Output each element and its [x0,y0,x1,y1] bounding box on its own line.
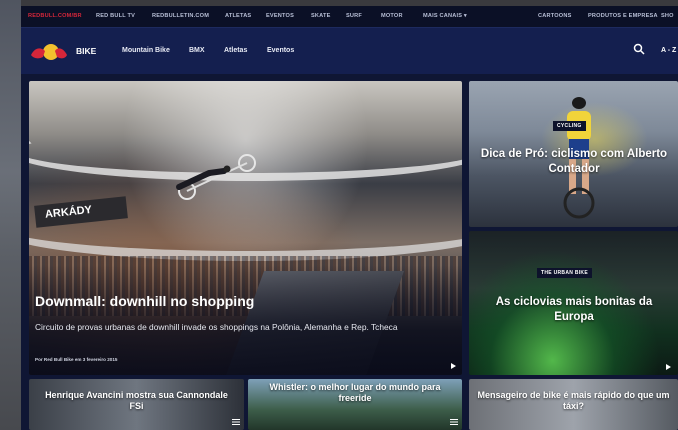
nav-link-bmx[interactable]: BMX [189,47,205,54]
topbar-link-redbull[interactable]: REDBULL.COM/BR [28,13,82,19]
article-card-whistler[interactable]: Whistler: o melhor lugar do mundo para f… [248,379,462,430]
browser-screen: REDBULL.COM/BR RED BULL TV REDBULLETIN.C… [21,6,678,430]
topbar-link-shop[interactable]: SHO [661,13,674,19]
article-card-contador[interactable]: CYCLING Dica de Pró: ciclismo com Albert… [469,81,678,227]
play-icon[interactable] [663,362,673,372]
section-brand[interactable]: BIKE [76,46,96,56]
category-badge[interactable]: THE URBAN BIKE [537,268,592,278]
topbar-link-redbulletin[interactable]: REDBULLETIN.COM [152,13,209,19]
category-badge[interactable]: CYCLING [553,121,586,131]
article-card-ciclovias[interactable]: THE URBAN BIKE As ciclovias mais bonitas… [469,231,678,375]
search-icon[interactable] [633,43,645,55]
nav-link-mountain-bike[interactable]: Mountain Bike [122,47,170,54]
topbar-link-redbulltv[interactable]: RED BULL TV [96,13,135,19]
topbar-link-produtos[interactable]: PRODUTOS E EMPRESA [588,13,658,19]
article-card-avancini[interactable]: Henrique Avancini mostra sua Cannondale … [29,379,244,430]
nav-link-atletas[interactable]: Atletas [224,47,247,54]
global-topbar: REDBULL.COM/BR RED BULL TV REDBULLETIN.C… [21,6,678,27]
topbar-link-mais-canais[interactable]: MAIS CANAIS ▾ [423,13,467,19]
nav-link-eventos[interactable]: Eventos [267,47,294,54]
hero-title[interactable]: Downmall: downhill no shopping [35,293,254,309]
article-title[interactable]: Mensageiro de bike é mais rápido do que … [477,390,670,412]
article-title[interactable]: Whistler: o melhor lugar do mundo para f… [258,382,452,404]
topbar-link-skate[interactable]: SKATE [311,13,331,19]
topbar-link-eventos[interactable]: EVENTOS [266,13,294,19]
menu-icon[interactable] [232,419,240,425]
play-icon[interactable] [448,361,458,371]
article-title[interactable]: As ciclovias mais bonitas da Europa [479,295,669,325]
topbar-link-atletas[interactable]: ATLETAS [225,13,251,19]
main-nav: BIKE Mountain Bike BMX Atletas Eventos A… [21,27,678,74]
a-z-index-link[interactable]: A - Z [661,47,676,54]
article-card-mensageiro[interactable]: Mensageiro de bike é mais rápido do que … [469,379,678,430]
hero-meta: Por Red Bull Bike em 3 fevereiro 2015 [35,357,118,362]
topbar-link-cartoons[interactable]: CARTOONS [538,13,572,19]
article-title[interactable]: Dica de Pró: ciclismo com Alberto Contad… [479,147,669,177]
topbar-link-motor[interactable]: MOTOR [381,13,403,19]
article-title[interactable]: Henrique Avancini mostra sua Cannondale … [39,390,234,412]
bmx-rider-image [176,154,256,200]
menu-icon[interactable] [450,419,458,425]
topbar-link-surf[interactable]: SURF [346,13,362,19]
monitor-frame [0,0,21,430]
hero-description: Circuito de provas urbanas de downhill i… [35,322,398,332]
hero-article-card[interactable]: ARKÁDY Downmall: downhill no shopping Ci… [29,81,462,375]
red-bull-logo[interactable] [29,41,69,63]
